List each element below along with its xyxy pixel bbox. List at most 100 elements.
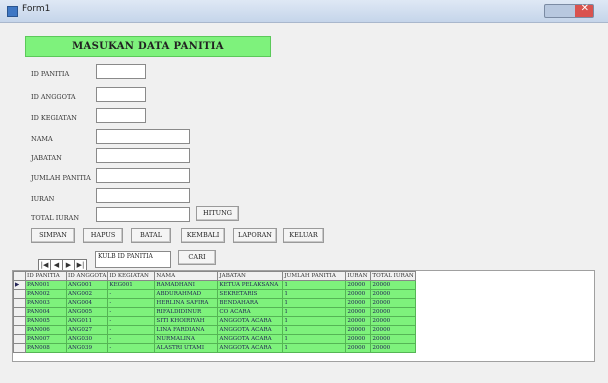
table-cell[interactable]: SEKRETARIS xyxy=(217,289,284,299)
table-cell[interactable]: KETUA PELAKSANA xyxy=(217,280,284,290)
table-cell[interactable]: ALASTRI UTAMI xyxy=(154,343,219,353)
table-row[interactable]: PAN003 ANG004- HERLINA SAFIRA BENDAHARA 1 200… xyxy=(13,298,416,308)
table-row[interactable]: PAN005 ANG011- SITI KHOIRIYAH ANGGOTA ACARA… xyxy=(13,316,416,326)
close-icon[interactable]: ✕ xyxy=(581,3,589,14)
kembali-button[interactable]: KEMBALI xyxy=(181,228,225,243)
window-controls[interactable]: ✕ xyxy=(544,3,594,18)
table-cell[interactable]: 1 xyxy=(282,325,347,335)
table-cell[interactable]: 1 xyxy=(282,307,347,317)
table-cell[interactable]: PAN002 xyxy=(25,289,67,299)
total-iuran-input[interactable] xyxy=(96,207,190,222)
table-cell[interactable]: ANGGOTA ACARA xyxy=(217,325,284,335)
table-cell[interactable]: 20000 xyxy=(345,343,372,353)
jumlah-panitia-input[interactable] xyxy=(96,168,190,183)
search-input[interactable]: KULB ID PANITIA xyxy=(95,251,171,268)
table-cell[interactable]: 20000 xyxy=(345,289,372,299)
table-cell[interactable]: SITI KHOIRIYAH xyxy=(154,316,219,326)
table-cell[interactable]: NURMALINA xyxy=(154,334,219,344)
table-cell[interactable]: PAN007 xyxy=(25,334,67,344)
nama-input[interactable] xyxy=(96,129,190,144)
iuran-input[interactable] xyxy=(96,188,190,203)
table-cell[interactable]: 20000 xyxy=(345,334,372,344)
jabatan-input[interactable] xyxy=(96,148,190,163)
id-kegiatan-input[interactable] xyxy=(96,108,146,123)
table-cell[interactable]: - xyxy=(107,298,156,308)
table-cell[interactable]: HERLINA SAFIRA xyxy=(154,298,219,308)
table-cell[interactable]: 20000 xyxy=(370,316,416,326)
column-header[interactable]: ID ANGGOTA xyxy=(65,271,109,281)
table-cell[interactable]: PAN001 xyxy=(25,280,67,290)
table-cell[interactable]: ANG004 xyxy=(65,298,109,308)
table-cell[interactable]: 20000 xyxy=(370,307,416,317)
table-row[interactable]: PAN008 ANG039- ALASTRI UTAMI ANGGOTA ACARA 1… xyxy=(13,343,416,353)
table-row[interactable]: PAN002 ANG002- ABDURAHMAD SEKRETARIS 1 20000 2… xyxy=(13,289,416,299)
table-cell[interactable]: 1 xyxy=(282,334,347,344)
laporan-button[interactable]: LAPORAN xyxy=(233,228,277,243)
hapus-button[interactable]: HAPUS xyxy=(83,228,123,243)
table-row[interactable]: PAN004 ANG005- RIFALDIDINUR CO ACARA 1 20000 2… xyxy=(13,307,416,317)
row-selector[interactable] xyxy=(13,316,26,326)
table-cell[interactable]: LINA FARDIANA xyxy=(154,325,219,335)
table-cell[interactable]: 20000 xyxy=(370,289,416,299)
table-cell[interactable]: 20000 xyxy=(370,298,416,308)
table-cell[interactable]: KEG001 xyxy=(107,280,156,290)
column-header[interactable]: IURAN xyxy=(345,271,372,281)
column-header[interactable]: TOTAL IURAN xyxy=(370,271,416,281)
row-selector[interactable]: ▶ xyxy=(13,280,26,290)
table-row[interactable]: ▶ PAN001 ANG001 KEG001 RAMADHANI KETUA PELAKS… xyxy=(13,280,416,290)
row-selector[interactable] xyxy=(13,307,26,317)
table-cell[interactable]: 1 xyxy=(282,298,347,308)
table-cell[interactable]: 20000 xyxy=(345,298,372,308)
column-header[interactable]: ID PANITIA xyxy=(25,271,67,281)
table-cell[interactable]: 20000 xyxy=(345,325,372,335)
table-cell[interactable]: ANGGOTA ACARA xyxy=(217,334,284,344)
table-cell[interactable]: - xyxy=(107,307,156,317)
table-cell[interactable]: PAN003 xyxy=(25,298,67,308)
table-cell[interactable]: ANGGOTA ACARA xyxy=(217,316,284,326)
keluar-button[interactable]: KELUAR xyxy=(283,228,324,243)
table-cell[interactable]: ANG030 xyxy=(65,334,109,344)
cari-button[interactable]: CARI xyxy=(178,250,216,265)
table-row[interactable]: PAN007 ANG030- NURMALINA ANGGOTA ACARA 1 2000… xyxy=(13,334,416,344)
table-cell[interactable]: 1 xyxy=(282,289,347,299)
table-cell[interactable]: - xyxy=(107,343,156,353)
table-cell[interactable]: ANG005 xyxy=(65,307,109,317)
table-cell[interactable]: ANG011 xyxy=(65,316,109,326)
table-cell[interactable]: 20000 xyxy=(345,307,372,317)
table-cell[interactable]: 20000 xyxy=(345,280,372,290)
row-selector[interactable] xyxy=(13,334,26,344)
table-cell[interactable]: 20000 xyxy=(370,334,416,344)
row-selector[interactable] xyxy=(13,298,26,308)
simpan-button[interactable]: SIMPAN xyxy=(31,228,75,243)
table-cell[interactable]: RAMADHANI xyxy=(154,280,219,290)
table-cell[interactable]: ABDURAHMAD xyxy=(154,289,219,299)
id-anggota-input[interactable] xyxy=(96,87,146,102)
column-header[interactable]: NAMA xyxy=(154,271,219,281)
row-selector[interactable] xyxy=(13,289,26,299)
row-selector[interactable] xyxy=(13,325,26,335)
row-selector[interactable] xyxy=(13,343,26,353)
id-panitia-input[interactable] xyxy=(96,64,146,79)
batal-button[interactable]: BATAL xyxy=(131,228,171,243)
table-cell[interactable]: ANGGOTA ACARA xyxy=(217,343,284,353)
table-cell[interactable]: 1 xyxy=(282,316,347,326)
table-cell[interactable]: ANG002 xyxy=(65,289,109,299)
table-cell[interactable]: - xyxy=(107,316,156,326)
table-cell[interactable]: ANG027 xyxy=(65,325,109,335)
window-titlebar[interactable]: Form1 ✕ xyxy=(0,0,608,23)
column-header[interactable]: JABATAN xyxy=(217,271,284,281)
table-cell[interactable]: PAN008 xyxy=(25,343,67,353)
table-cell[interactable]: RIFALDIDINUR xyxy=(154,307,219,317)
table-cell[interactable]: 20000 xyxy=(345,316,372,326)
table-cell[interactable]: - xyxy=(107,325,156,335)
table-cell[interactable]: 20000 xyxy=(370,343,416,353)
table-cell[interactable]: 1 xyxy=(282,280,347,290)
column-header[interactable]: ID KEGIATAN xyxy=(107,271,156,281)
table-cell[interactable]: ANG039 xyxy=(65,343,109,353)
table-cell[interactable]: BENDAHARA xyxy=(217,298,284,308)
column-header[interactable]: JUMLAH PANITIA xyxy=(282,271,347,281)
hitung-button[interactable]: HITUNG xyxy=(196,206,239,221)
table-cell[interactable]: PAN004 xyxy=(25,307,67,317)
table-cell[interactable]: 20000 xyxy=(370,280,416,290)
table-cell[interactable]: - xyxy=(107,334,156,344)
